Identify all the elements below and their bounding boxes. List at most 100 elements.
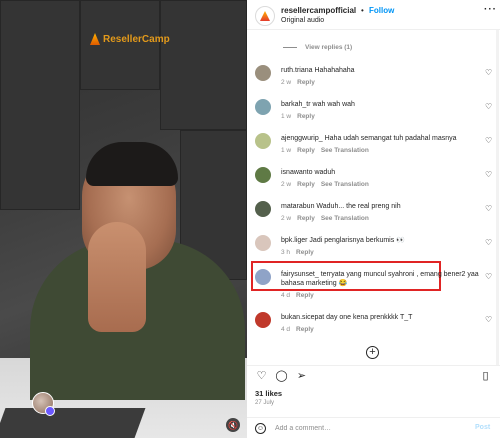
load-more-comments-icon[interactable]: + [366, 346, 379, 359]
reply-button[interactable]: Reply [296, 292, 314, 299]
comment-text-row: bpk.liger Jadi penglarisnya berkumis 👀 [281, 236, 481, 245]
commenter-avatar[interactable] [255, 201, 271, 217]
comment-text-row: barkah_tr wah wah wah [281, 100, 481, 109]
comment-username[interactable]: bpk.liger [281, 237, 307, 244]
like-comment-heart-icon[interactable]: ♡ [485, 205, 493, 213]
wall-panel [80, 0, 160, 90]
like-comment-heart-icon[interactable]: ♡ [485, 273, 493, 281]
profile-avatar[interactable] [255, 6, 275, 26]
like-comment-heart-icon[interactable]: ♡ [485, 239, 493, 247]
like-comment-heart-icon[interactable]: ♡ [485, 137, 493, 145]
post-header: resellercampofficial • Follow Original a… [247, 0, 500, 30]
commenter-avatar[interactable] [255, 167, 271, 183]
comment-time: 3 h [281, 249, 291, 256]
comment-icon[interactable]: ◯ [275, 370, 288, 383]
comment-item: ajenggwurip_ Haha udah semangat tuh pada… [247, 130, 500, 162]
comment-time: 2 w [281, 181, 292, 188]
comment-time: 4 d [281, 292, 291, 299]
video-brand-logo: ResellerCamp [90, 33, 170, 45]
audio-link[interactable]: Original audio [281, 17, 324, 24]
reply-button[interactable]: Reply [297, 79, 315, 86]
post-side-panel: resellercampofficial • Follow Original a… [247, 0, 500, 438]
view-replies-label: View replies (1) [305, 44, 353, 51]
see-translation-button[interactable]: See Translation [321, 215, 369, 222]
commenter-avatar[interactable] [255, 235, 271, 251]
comment-text: Hahahahaha [314, 67, 355, 74]
comment-item: bukan.sicepat day one kena prenkkkk T_T … [247, 309, 500, 341]
comment-text: Haha udah semangat tuh padahal masnya [324, 135, 457, 142]
reply-button[interactable]: Reply [296, 249, 314, 256]
commenter-avatar[interactable] [255, 65, 271, 81]
comment-username[interactable]: ruth.triana [281, 67, 313, 74]
likes-count[interactable]: 31 likes [255, 389, 282, 398]
comment-text: Waduh... the real preng nih [316, 203, 401, 210]
post-date: 27 July [255, 400, 275, 406]
comment-username[interactable]: bukan.sicepat [281, 314, 324, 321]
comment-text: wah wah wah [312, 101, 355, 108]
reply-line [283, 47, 297, 48]
comments-list[interactable]: View replies (1) ruth.triana Hahahahaha … [247, 30, 500, 365]
commenter-avatar[interactable] [255, 312, 271, 328]
follow-button[interactable]: Follow [369, 6, 394, 15]
comment-time: 2 w [281, 79, 292, 86]
see-translation-button[interactable]: See Translation [321, 147, 369, 154]
comment-meta: 4 d Reply [281, 292, 314, 299]
comment-item: fairysunset_ terryata yang muncul syahro… [247, 266, 500, 308]
like-comment-heart-icon[interactable]: ♡ [485, 103, 493, 111]
comment-text-row: matarabun Waduh... the real preng nih [281, 202, 481, 211]
comment-meta: 2 w Reply [281, 79, 315, 86]
share-icon[interactable]: ➢ [295, 370, 308, 383]
comment-username[interactable]: isnawanto [281, 169, 313, 176]
user-badge-icon [45, 406, 55, 416]
add-comment-input[interactable] [275, 422, 465, 435]
post-comment-button[interactable]: Post [475, 424, 490, 431]
add-comment-row: ☺ Post [247, 417, 500, 438]
see-translation-button[interactable]: See Translation [321, 181, 369, 188]
comment-text-row: ruth.triana Hahahahaha [281, 66, 481, 75]
reply-button[interactable]: Reply [297, 147, 315, 154]
more-options-icon[interactable]: ··· [484, 4, 497, 15]
comment-item: matarabun Waduh... the real preng nih 2 … [247, 198, 500, 230]
brand-mark-icon [260, 11, 270, 21]
comment-meta: 4 d Reply [281, 326, 314, 333]
comment-item: barkah_tr wah wah wah 1 w Reply ♡ [247, 96, 500, 128]
comment-text: day one kena prenkkkk T_T [326, 314, 413, 321]
comment-text-row: bukan.sicepat day one kena prenkkkk T_T [281, 313, 481, 322]
comment-username[interactable]: matarabun [281, 203, 314, 210]
comment-meta: 1 w Reply [281, 113, 315, 120]
person-hair [86, 142, 178, 186]
emoji-icon[interactable]: ☺ [255, 423, 266, 434]
comment-username[interactable]: ajenggwurip_ [281, 135, 323, 142]
wall-panel [160, 0, 247, 130]
reply-button[interactable]: Reply [297, 113, 315, 120]
comment-item: ruth.triana Hahahahaha 2 w Reply ♡ [247, 62, 500, 94]
post-actions: ♡ ◯ ➢ ▯ 31 likes 27 July ☺ Post [247, 365, 500, 438]
comment-username[interactable]: fairysunset_ [281, 271, 319, 278]
comment-meta: 2 w Reply See Translation [281, 181, 369, 188]
reply-button[interactable]: Reply [297, 181, 315, 188]
like-comment-heart-icon[interactable]: ♡ [485, 316, 493, 324]
commenter-avatar[interactable] [255, 133, 271, 149]
video-player[interactable]: ResellerCamp 🔇 [0, 0, 247, 438]
comment-item: isnawanto waduh 2 w Reply See Translatio… [247, 164, 500, 196]
commenter-avatar[interactable] [255, 99, 271, 115]
bookmark-icon[interactable]: ▯ [479, 370, 492, 383]
heart-icon[interactable]: ♡ [255, 370, 268, 383]
post-username[interactable]: resellercampofficial [281, 6, 356, 15]
comment-username[interactable]: barkah_tr [281, 101, 311, 108]
commenter-avatar[interactable] [255, 269, 271, 285]
wall-panel [0, 0, 80, 210]
comment-time: 2 w [281, 215, 292, 222]
view-replies-button[interactable]: View replies (1) [283, 44, 352, 51]
reply-button[interactable]: Reply [297, 215, 315, 222]
mute-icon[interactable]: 🔇 [226, 418, 240, 432]
comment-text-row: ajenggwurip_ Haha udah semangat tuh pada… [281, 134, 481, 143]
like-comment-heart-icon[interactable]: ♡ [485, 69, 493, 77]
laptop [0, 408, 146, 438]
comments-scrollbar[interactable] [496, 30, 499, 365]
reply-button[interactable]: Reply [296, 326, 314, 333]
comment-text-row: fairysunset_ terryata yang muncul syahro… [281, 270, 481, 288]
like-comment-heart-icon[interactable]: ♡ [485, 171, 493, 179]
comment-text: Jadi penglarisnya berkumis 👀 [309, 237, 405, 244]
comment-time: 4 d [281, 326, 291, 333]
